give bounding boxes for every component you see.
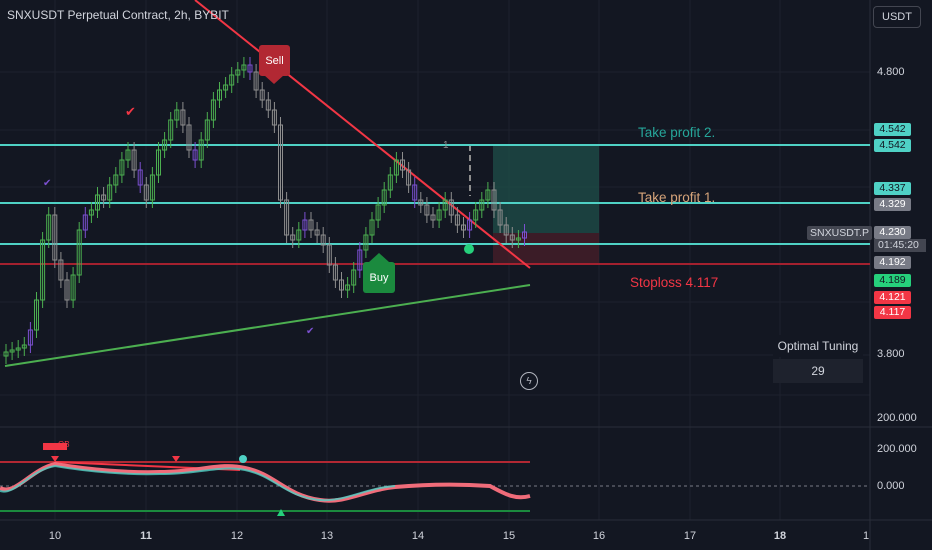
signal-dot	[239, 455, 247, 463]
optimal-tuning-title: Optimal Tuning	[773, 335, 863, 357]
time-label-13: 13	[320, 530, 334, 542]
osc-label-200-top: 200.000	[877, 412, 917, 424]
position-marker-label: 1	[443, 140, 449, 151]
price-label-3800: 3.800	[877, 348, 905, 360]
take-profit-1-label: Take profit 1.	[638, 190, 716, 205]
tp2-tag-a: 4.542	[874, 123, 911, 136]
price-tag-4117: 4.117	[874, 306, 911, 319]
oscillator-line-teal	[0, 464, 396, 502]
time-label-18: 18	[773, 530, 787, 542]
ob-label: OB	[58, 440, 70, 449]
chart-stage[interactable]: ✔ ✔ ✔ 1 SNXUSDT Perpetual Contract, 2h, …	[0, 0, 932, 550]
check-marker-2: ✔	[43, 178, 51, 189]
take-profit-2-label: Take profit 2.	[638, 125, 716, 140]
sell-label: Sell	[265, 54, 284, 67]
time-label-17: 17	[683, 530, 697, 542]
entry-dot	[464, 244, 474, 254]
price-tag-4192: 4.192	[874, 256, 911, 269]
sell-signal: Sell	[259, 45, 290, 76]
time-label-15: 15	[502, 530, 516, 542]
buy-signal: Buy	[363, 262, 395, 293]
price-label-4800: 4.800	[877, 66, 905, 78]
oscillator-pane	[0, 443, 870, 516]
lightning-icon[interactable]: ϟ	[520, 372, 538, 390]
uptrend-line	[4, 284, 531, 367]
osc-label-200: 200.000	[877, 443, 917, 455]
check-marker-3: ✔	[306, 326, 314, 337]
tp2-tag-b: 4.542	[874, 139, 911, 152]
time-label-16: 16	[592, 530, 606, 542]
tp1-tag-b: 4.329	[874, 198, 911, 211]
osc-label-0: 0.000	[877, 480, 905, 492]
price-tag-4189: 4.189	[874, 274, 911, 287]
countdown-tag: 01:45:20	[874, 239, 926, 252]
stop-loss-zone	[493, 233, 599, 264]
take-profit-zone	[493, 145, 599, 233]
optimal-tuning-panel: Optimal Tuning 29	[773, 335, 863, 384]
stoploss-label: Stoploss 4.117	[630, 275, 719, 290]
candles	[3, 57, 527, 364]
tp1-tag-a: 4.337	[874, 182, 911, 195]
chart-canvas[interactable]: ✔ ✔ ✔ 1	[0, 0, 932, 550]
currency-button[interactable]: USDT	[873, 6, 921, 28]
downtrend-line	[194, 0, 531, 269]
grid	[0, 0, 870, 520]
check-marker-1: ✔	[125, 105, 136, 120]
time-label-11: 11	[140, 530, 152, 542]
time-label-1: 1	[862, 530, 870, 542]
symbol-tag: SNXUSDT.P	[807, 226, 872, 240]
time-label-12: 12	[230, 530, 244, 542]
chart-title: SNXUSDT Perpetual Contract, 2h, BYBIT	[7, 8, 229, 22]
sell-arrow-icon	[264, 75, 284, 84]
buy-label: Buy	[369, 271, 389, 284]
time-label-14: 14	[411, 530, 425, 542]
price-tag-4121: 4.121	[874, 291, 911, 304]
optimal-tuning-value: 29	[773, 359, 863, 383]
current-price-tag: 4.230	[874, 226, 911, 239]
time-label-10: 10	[48, 530, 62, 542]
